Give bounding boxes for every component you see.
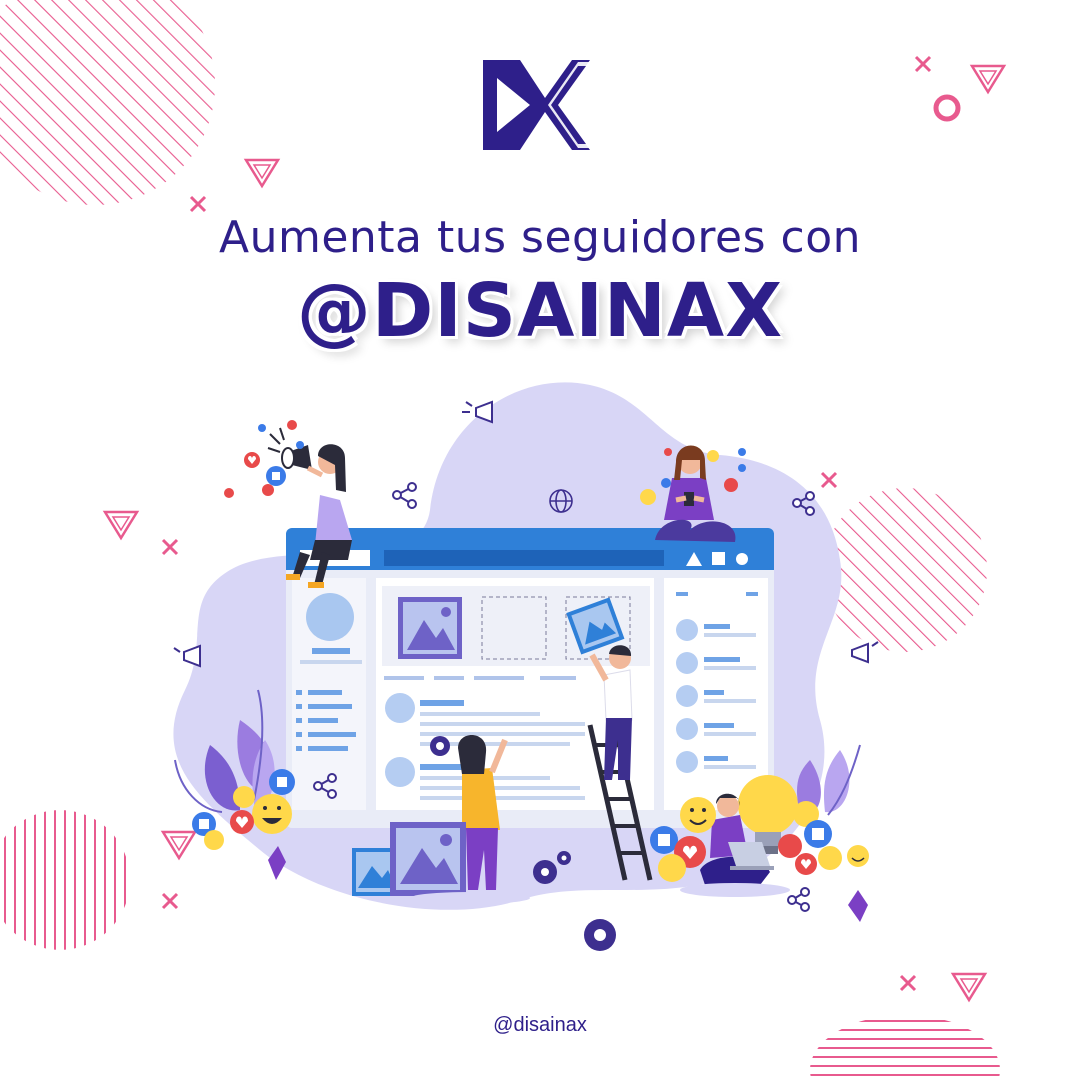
heart-icon <box>724 478 738 492</box>
like-icon <box>661 478 671 488</box>
striped-circle-top-left <box>0 0 215 205</box>
image-icon <box>398 597 462 659</box>
heart-icon <box>795 853 817 875</box>
smiley-icon <box>252 794 292 834</box>
striped-circle-right <box>823 488 987 652</box>
disainax-logo-icon <box>483 60 590 150</box>
megaphone-icon <box>851 641 879 664</box>
browser-window <box>286 528 774 828</box>
illustration-canvas <box>0 0 1007 1080</box>
brand-name: @DISAINAX <box>296 268 784 354</box>
smiley-icon <box>658 854 686 882</box>
like-icon <box>650 826 678 854</box>
address-bar <box>384 550 664 566</box>
heart-icon <box>262 484 274 496</box>
x-mark <box>820 471 838 489</box>
headline: Aumenta tus seguidores con <box>218 212 862 263</box>
smiley-icon <box>204 830 224 850</box>
heart-icon <box>244 452 260 468</box>
ring <box>933 94 961 122</box>
smiley-icon <box>680 797 716 833</box>
triangle <box>160 830 198 861</box>
triangle <box>102 510 140 541</box>
like-icon <box>804 820 832 848</box>
social-handle: @disainax <box>493 1014 587 1036</box>
x-mark <box>161 892 179 910</box>
heart-icon <box>230 810 254 834</box>
like-icon <box>266 466 286 486</box>
profile-avatar <box>306 593 354 641</box>
megaphone-icon <box>173 644 201 668</box>
striped-circle-bottom-left <box>0 810 130 950</box>
like-icon <box>269 769 295 795</box>
smiley-icon <box>233 786 255 808</box>
smiley-icon <box>640 489 656 505</box>
triangle <box>950 972 988 1003</box>
triangle <box>243 158 281 189</box>
x-mark <box>899 974 917 992</box>
x-mark <box>914 55 932 73</box>
x-mark <box>189 195 207 213</box>
heart-icon <box>778 834 802 858</box>
heart-icon <box>224 488 234 498</box>
smiley-icon <box>847 845 869 867</box>
smiley-icon <box>707 450 719 462</box>
smiley-icon <box>818 846 842 870</box>
x-mark <box>161 538 179 556</box>
triangle <box>969 64 1007 95</box>
